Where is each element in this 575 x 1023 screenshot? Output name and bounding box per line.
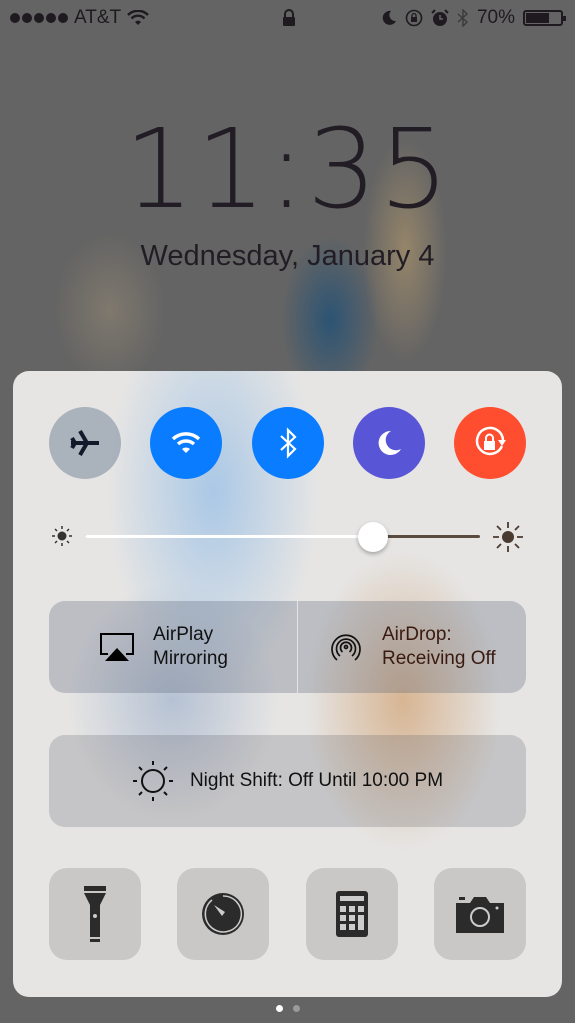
brightness-high-icon [493, 522, 523, 552]
battery-icon [523, 10, 566, 26]
moon-status-icon [382, 10, 396, 25]
moon-icon [378, 430, 401, 455]
camera-button[interactable] [433, 868, 526, 960]
flashlight-icon [84, 886, 106, 942]
status-bar: AT&T 70% [0, 0, 575, 38]
airdrop-label-line1: AirDrop: [382, 624, 452, 645]
rotation-lock-status-icon [405, 9, 423, 27]
toggle-row [49, 407, 526, 479]
lock-screen-date: Wednesday, January 4 [140, 240, 435, 272]
quick-launch-row [49, 868, 526, 960]
timer-icon [202, 893, 245, 935]
airplay-label-line2: Mirroring [153, 648, 228, 669]
airplay-label-line1: AirPlay [153, 624, 214, 645]
wifi-icon [172, 432, 201, 453]
control-center: AirPlay Mirroring AirDrop: Receiving Off N… [13, 371, 562, 997]
rotation-lock-icon [475, 426, 506, 456]
bluetooth-toggle[interactable] [251, 407, 324, 479]
calculator-button[interactable] [305, 868, 398, 960]
night-shift-button[interactable]: Night Shift: Off Until 10:00 PM [49, 735, 526, 827]
wifi-status-icon [127, 10, 150, 25]
airdrop-icon [331, 634, 361, 661]
brightness-slider[interactable] [51, 521, 524, 552]
bluetooth-status-icon [457, 9, 468, 27]
rotation-lock-toggle[interactable] [454, 407, 526, 479]
brightness-fill [85, 535, 374, 538]
lock-icon [283, 9, 295, 26]
night-shift-icon [132, 761, 173, 801]
bluetooth-icon [279, 427, 297, 459]
camera-icon [455, 897, 504, 933]
battery-percent: 70% [476, 7, 515, 28]
page-dot-1[interactable] [275, 1005, 283, 1012]
airdrop-label-line2: Receiving Off [382, 648, 496, 669]
airplay-icon [100, 633, 134, 661]
airdrop-button[interactable]: AirDrop: Receiving Off [297, 601, 526, 693]
brightness-low-icon [52, 526, 72, 546]
carrier-label: AT&T [74, 7, 122, 28]
lock-screen-time: 11:35 [123, 105, 451, 233]
airplane-icon [70, 429, 99, 457]
airplane-mode-toggle[interactable] [49, 407, 121, 479]
timer-button[interactable] [177, 868, 270, 960]
calculator-icon [335, 891, 368, 937]
page-dot-2[interactable] [292, 1005, 300, 1012]
brightness-track[interactable] [85, 522, 480, 552]
do-not-disturb-toggle[interactable] [352, 407, 425, 479]
page-indicator [0, 1005, 575, 1012]
night-shift-label: Night Shift: Off Until 10:00 PM [189, 770, 444, 791]
airplay-airdrop-row: AirPlay Mirroring AirDrop: Receiving Off [49, 601, 526, 693]
signal-strength-icon [10, 13, 68, 23]
alarm-icon [431, 9, 449, 26]
airplay-mirroring-button[interactable]: AirPlay Mirroring [49, 601, 297, 693]
flashlight-button[interactable] [49, 868, 141, 960]
brightness-thumb[interactable] [358, 522, 389, 552]
wifi-toggle[interactable] [150, 407, 223, 479]
